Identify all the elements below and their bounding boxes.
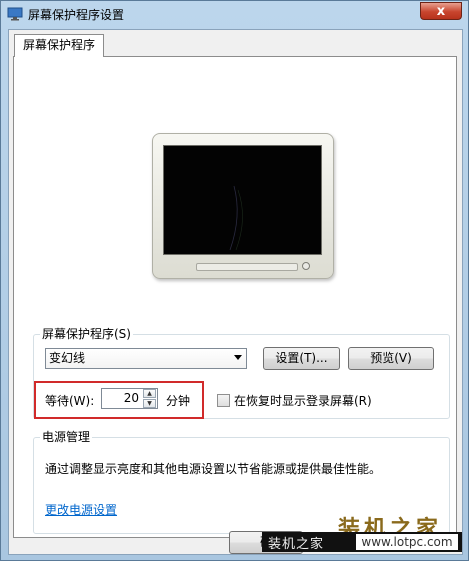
watermark-bar-text: 装机之家 xyxy=(268,537,325,552)
preview-button[interactable]: 预览(V) xyxy=(348,347,434,370)
resume-logon-checkbox[interactable] xyxy=(217,394,230,407)
spin-up-button[interactable]: ▲ xyxy=(143,389,156,398)
spin-down-button[interactable]: ▼ xyxy=(143,399,156,408)
display-icon xyxy=(7,7,23,21)
wait-label: 等待(W): xyxy=(45,394,95,408)
monitor-drive-slot xyxy=(196,263,298,271)
dialog-client-area: 屏幕保护程序 屏幕保护程序(S) 变幻线 设置(T)... 预览(V) 等待(W… xyxy=(8,29,463,555)
window-title: 屏幕保护程序设置 xyxy=(28,8,125,22)
screensaver-select[interactable]: 变幻线 xyxy=(45,348,247,369)
power-group-label: 电源管理 xyxy=(40,430,93,444)
screensaver-select-value: 变幻线 xyxy=(49,351,86,365)
tab-screensaver[interactable]: 屏幕保护程序 xyxy=(14,34,105,57)
chevron-down-icon xyxy=(234,355,242,360)
tab-page: 屏幕保护程序(S) 变幻线 设置(T)... 预览(V) 等待(W): 20 ▲… xyxy=(13,56,457,538)
change-power-settings-link[interactable]: 更改电源设置 xyxy=(45,501,117,518)
wait-minutes-stepper[interactable]: 20 ▲ ▼ xyxy=(101,388,158,409)
screensaver-group: 屏幕保护程序(S) 变幻线 设置(T)... 预览(V) 等待(W): 20 ▲… xyxy=(33,327,450,419)
screensaver-settings-window: 屏幕保护程序设置 x 屏幕保护程序 屏幕保护程序(S) 变幻线 设置(T)...… xyxy=(0,0,469,561)
title-bar[interactable]: 屏幕保护程序设置 x xyxy=(1,1,468,28)
power-led-icon xyxy=(302,262,310,270)
watermark-bar: 装机之家 www.lotpc.com xyxy=(262,532,462,552)
close-button[interactable]: x xyxy=(420,2,462,20)
power-description: 通过调整显示亮度和其他电源设置以节省能源或提供最佳性能。 xyxy=(45,462,382,476)
minutes-label: 分钟 xyxy=(166,394,191,408)
screensaver-lines xyxy=(229,185,243,251)
monitor-preview xyxy=(152,133,334,279)
settings-button[interactable]: 设置(T)... xyxy=(263,347,340,370)
resume-logon-label[interactable]: 在恢复时显示登录屏幕(R) xyxy=(234,392,372,409)
wait-minutes-value[interactable]: 20 xyxy=(124,391,139,405)
watermark-url: www.lotpc.com xyxy=(356,534,458,550)
screensaver-group-label: 屏幕保护程序(S) xyxy=(40,327,133,341)
monitor-screen xyxy=(163,145,322,255)
